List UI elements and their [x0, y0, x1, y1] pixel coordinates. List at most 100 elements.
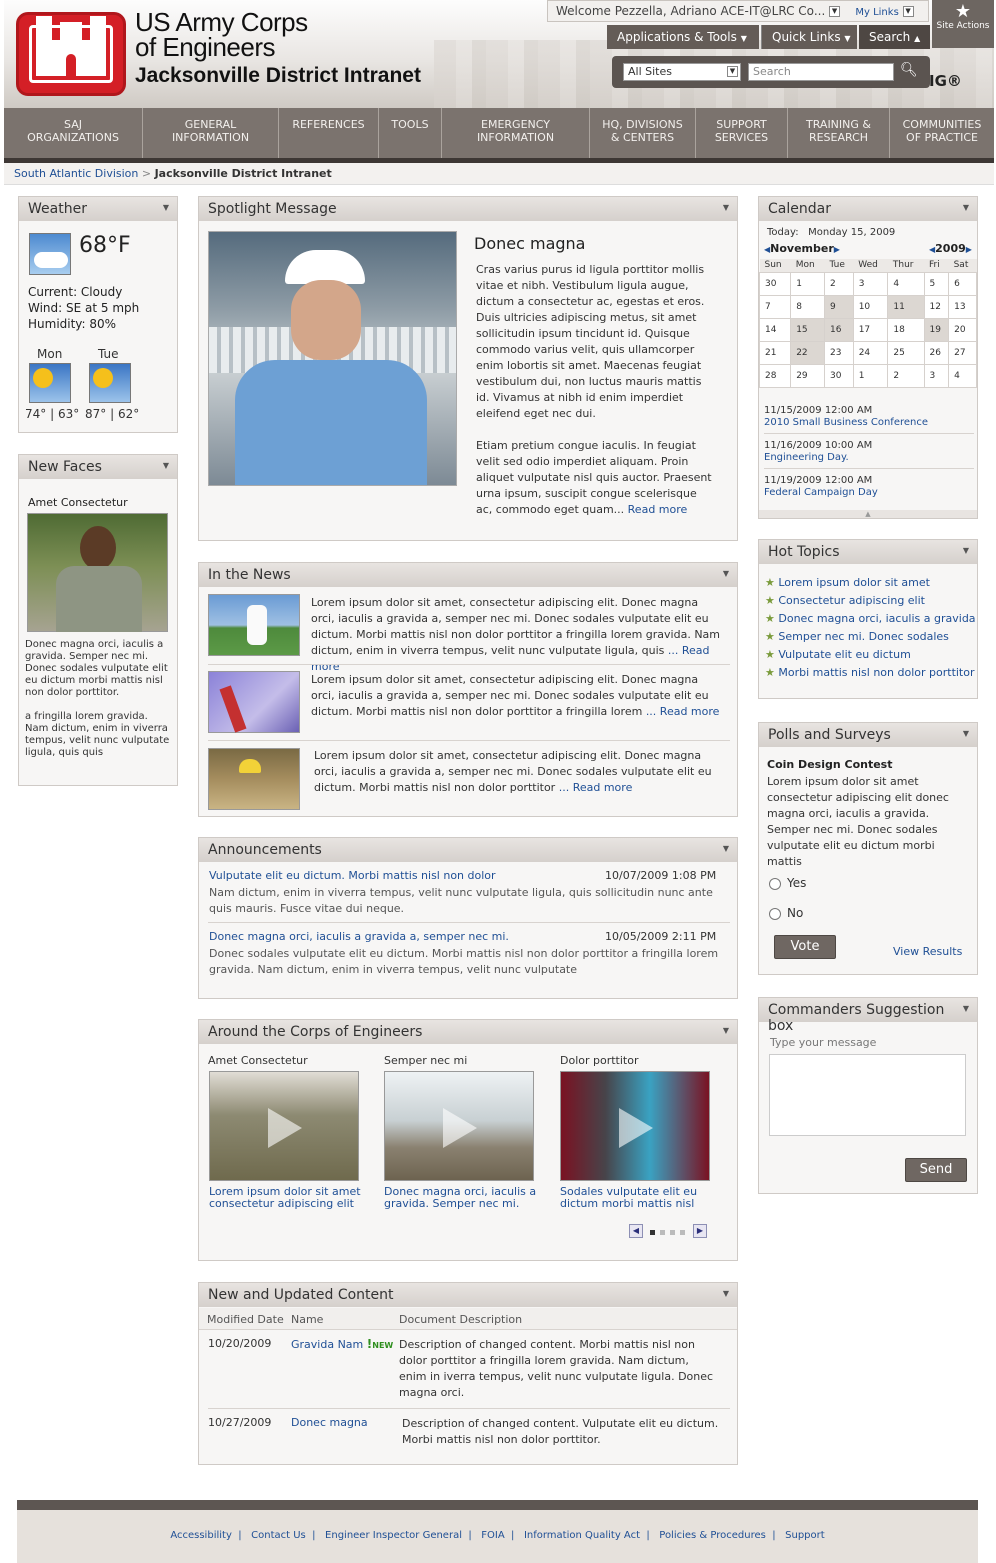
carousel-prev-button[interactable]: ◀ — [629, 1224, 643, 1238]
spotlight-photo[interactable] — [208, 231, 457, 486]
calendar-day[interactable]: 6 — [948, 271, 977, 296]
video-thumbnail[interactable] — [384, 1071, 534, 1181]
chevron-down-icon[interactable]: ▼ — [163, 203, 169, 212]
calendar-day[interactable]: 8 — [790, 294, 825, 319]
calendar-day[interactable]: 13 — [948, 294, 977, 319]
calendar-day[interactable]: 5 — [923, 271, 950, 296]
usace-castle-logo[interactable] — [16, 12, 126, 96]
chevron-down-icon[interactable]: ▼ — [963, 1004, 969, 1013]
news-read-more-link[interactable]: ... Read more — [559, 781, 633, 794]
column-header-name[interactable]: Name — [291, 1313, 323, 1326]
footer-link-contact[interactable]: Contact Us — [251, 1530, 306, 1541]
carousel-dot-active[interactable] — [650, 1230, 655, 1235]
nav-item-emergency-information[interactable]: EMERGENCY INFORMATION — [442, 108, 590, 158]
footer-link-inspector-general[interactable]: Engineer Inspector General — [325, 1530, 462, 1541]
search-tab[interactable]: Search ▲ — [859, 25, 930, 49]
vote-button[interactable]: Vote — [774, 935, 836, 959]
chevron-down-icon[interactable]: ▼ — [963, 729, 969, 738]
calendar-day[interactable]: 12 — [923, 294, 950, 319]
calendar-day[interactable]: 20 — [948, 317, 977, 342]
footer-link-support[interactable]: Support — [785, 1530, 825, 1541]
spotlight-read-more-link[interactable]: Read more — [628, 503, 688, 516]
calendar-day[interactable]: 17 — [852, 317, 889, 342]
profile-photo[interactable] — [27, 513, 168, 632]
send-button[interactable]: Send — [905, 1158, 967, 1182]
welcome-menu[interactable]: Welcome Pezzella, Adriano ACE-IT@LRC Co.… — [547, 0, 929, 22]
chevron-down-icon[interactable]: ▼ — [723, 1289, 729, 1298]
calendar-day[interactable]: 29 — [790, 363, 825, 388]
announcement-title-link[interactable]: Donec magna orci, iaculis a gravida a, s… — [209, 930, 509, 943]
carousel-dot[interactable] — [670, 1230, 675, 1235]
calendar-day[interactable]: 23 — [823, 340, 854, 365]
video-caption-link[interactable]: Sodales vulputate elit eu dictum morbi m… — [560, 1186, 715, 1210]
nav-item-general-information[interactable]: GENERAL INFORMATION — [143, 108, 279, 158]
calendar-day[interactable]: 3 — [852, 271, 889, 296]
calendar-day[interactable]: 11 — [887, 294, 925, 319]
calendar-day[interactable]: 1 — [790, 271, 825, 296]
calendar-day[interactable]: 19 — [923, 317, 950, 342]
calendar-day[interactable]: 7 — [758, 294, 792, 319]
document-link[interactable]: Donec magna — [291, 1416, 368, 1429]
calendar-day[interactable]: 25 — [887, 340, 925, 365]
calendar-day[interactable]: 16 — [823, 317, 854, 342]
event-link[interactable]: Federal Campaign Day — [764, 487, 974, 499]
calendar-day[interactable]: 4 — [887, 271, 925, 296]
search-scope-select[interactable]: All Sites ▼ — [623, 63, 741, 81]
quick-links-menu[interactable]: Quick Links ▼ — [761, 25, 857, 49]
video-thumbnail[interactable] — [209, 1071, 359, 1181]
breadcrumb-parent-link[interactable]: South Atlantic Division — [14, 167, 138, 180]
calendar-day[interactable]: 27 — [948, 340, 977, 365]
footer-link-accessibility[interactable]: Accessibility — [170, 1530, 232, 1541]
message-textarea[interactable] — [769, 1054, 966, 1136]
radio-button[interactable] — [769, 877, 781, 890]
calendar-day[interactable]: 24 — [852, 340, 889, 365]
site-actions-button[interactable]: ★ Site Actions — [932, 0, 994, 48]
poll-option-no[interactable]: No — [769, 906, 803, 920]
document-link[interactable]: Gravida Nam — [291, 1338, 363, 1351]
chevron-down-icon[interactable]: ▼ — [723, 203, 729, 212]
calendar-day[interactable]: 2 — [887, 363, 925, 388]
chevron-down-icon[interactable]: ▼ — [963, 203, 969, 212]
video-caption-link[interactable]: Donec magna orci, iaculis a gravida. Sem… — [384, 1186, 539, 1210]
nav-item-hq-divisions[interactable]: HQ, DIVISIONS & CENTERS — [590, 108, 696, 158]
chevron-down-icon[interactable]: ▼ — [723, 1026, 729, 1035]
scroll-up-icon[interactable]: ▲ — [759, 510, 977, 518]
chevron-down-icon[interactable]: ▼ — [163, 461, 169, 470]
column-header-date[interactable]: Modified Date — [207, 1313, 284, 1326]
footer-link-policies[interactable]: Policies & Procedures — [659, 1530, 766, 1541]
calendar-day[interactable]: 22 — [790, 340, 825, 365]
nav-item-training-research[interactable]: TRAINING & RESEARCH — [788, 108, 890, 158]
calendar-day[interactable]: 2 — [823, 271, 854, 296]
chevron-down-icon[interactable]: ▼ — [723, 844, 729, 853]
applications-tools-menu[interactable]: Applications & Tools ▼ — [607, 25, 759, 49]
event-link[interactable]: 2010 Small Business Conference — [764, 417, 974, 429]
next-year-icon[interactable]: ▶ — [966, 245, 972, 254]
calendar-day[interactable]: 1 — [852, 363, 889, 388]
search-icon[interactable]: 🔍︎ — [900, 62, 918, 78]
my-links-link[interactable]: My Links — [855, 7, 898, 18]
carousel-dot[interactable] — [680, 1230, 685, 1235]
column-header-description[interactable]: Document Description — [399, 1313, 522, 1326]
next-month-icon[interactable]: ▶ — [834, 245, 840, 254]
chevron-down-icon[interactable]: ▼ — [723, 569, 729, 578]
calendar-day[interactable]: 30 — [758, 271, 792, 296]
calendar-day[interactable]: 30 — [823, 363, 854, 388]
nav-item-references[interactable]: REFERENCES — [279, 108, 379, 158]
calendar-day[interactable]: 14 — [758, 317, 792, 342]
calendar-day-today[interactable]: 15 — [790, 317, 825, 342]
calendar-day[interactable]: 3 — [923, 363, 950, 388]
carousel-dot[interactable] — [660, 1230, 665, 1235]
nav-item-saj-organizations[interactable]: SAJ ORGANIZATIONS — [4, 108, 143, 158]
calendar-day[interactable]: 28 — [758, 363, 792, 388]
news-thumbnail[interactable] — [208, 594, 300, 656]
announcement-title-link[interactable]: Vulputate elit eu dictum. Morbi mattis n… — [209, 869, 496, 882]
news-read-more-link[interactable]: ... Read more — [646, 705, 720, 718]
nav-item-communities-of-practice[interactable]: COMMUNITIES OF PRACTICE — [890, 108, 994, 158]
video-caption-link[interactable]: Lorem ipsum dolor sit amet consectetur a… — [209, 1186, 364, 1210]
footer-link-quality-act[interactable]: Information Quality Act — [524, 1530, 640, 1541]
video-thumbnail[interactable] — [560, 1071, 710, 1181]
poll-option-yes[interactable]: Yes — [769, 876, 806, 890]
calendar-day[interactable]: 4 — [948, 363, 977, 388]
calendar-day[interactable]: 21 — [758, 340, 792, 365]
calendar-day[interactable]: 9 — [823, 294, 854, 319]
